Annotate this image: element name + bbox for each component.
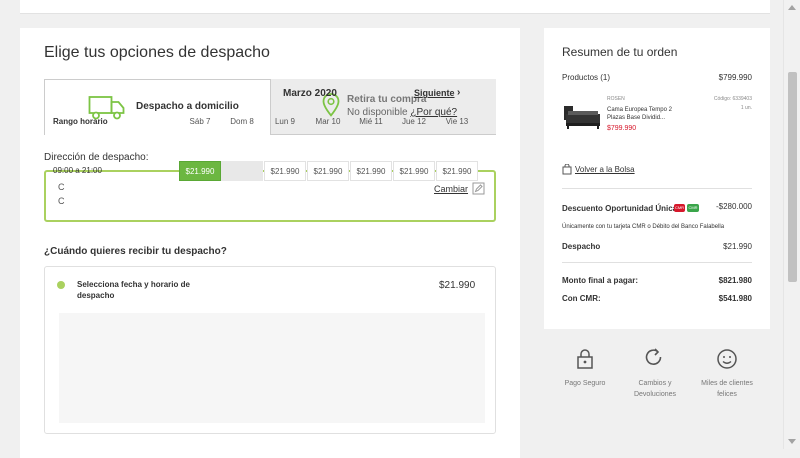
discount-value: -$280.000 [715,202,752,211]
day-header: Lun 9 [274,117,296,126]
shipping-label: Despacho [562,242,601,251]
products-label: Productos (1) [562,73,611,82]
change-address-link[interactable]: Cambiar [434,184,468,194]
shopping-bag-icon [562,164,572,175]
calendar-area [59,313,485,423]
cmr-badge: CMR [674,204,685,212]
scroll-up-arrow-icon[interactable] [788,5,796,10]
refresh-arrow-icon [645,348,662,365]
shipping-row: Despacho $21.990 [562,242,752,251]
product-code: Código: 6339403 [713,96,752,102]
day-header: Vie 13 [445,117,469,126]
slot-button[interactable]: $21.990 [264,161,306,181]
scrollbar-thumb[interactable] [788,72,797,282]
delivery-schedule-card: Selecciona fecha y horario de despacho $… [44,266,496,434]
slot-unavailable [221,161,263,181]
calendar-month: Marzo 2020 [283,88,337,99]
divider [562,188,752,189]
smiley-face-icon [717,349,737,369]
summary-title: Resumen de tu orden [562,45,678,59]
address-line-1: C [58,182,65,192]
cmr-badge-green: CMR [687,204,699,212]
slot-button[interactable]: $21.990 [307,161,349,181]
happy-clients-label: Miles de clientes felices [701,380,753,398]
time-range-header: Rango horario [53,117,108,126]
cmr-amount-row: Con CMR: $541.980 [562,294,752,303]
page-title: Elige tus opciones de despacho [44,44,270,61]
back-to-bag-link[interactable]: Volver a la Bolsa [575,165,635,174]
products-row: Productos (1) $799.990 [562,73,752,82]
returns-label: Cambios y Devoluciones [633,380,677,398]
address-label: Dirección de despacho: [44,152,149,163]
day-header: Sáb 7 [189,117,211,126]
shipping-value: $21.990 [723,242,752,251]
product-name[interactable]: Cama Europea Tempo 2 Plazas Base Dividid… [607,106,679,122]
shipping-options-panel: Elige tus opciones de despacho Retira tu… [20,28,520,458]
chevron-right-icon[interactable]: › [457,87,460,98]
final-amount-value: $821.980 [718,276,752,285]
tab-home-delivery-label: Despacho a domicilio [136,101,239,112]
day-header: Mié 11 [359,117,383,126]
secure-payment-badge: Pago Seguro [550,348,620,389]
next-week-link[interactable]: Siguiente [414,88,455,98]
slot-button[interactable]: $21.990 [393,161,435,181]
padlock-icon [577,349,593,369]
product-price: $799.990 [607,125,637,132]
day-header: Jue 12 [401,117,427,126]
cmr-amount-label: Con CMR: [562,294,601,303]
slot-button[interactable]: $21.990 [350,161,392,181]
delivery-date-question: ¿Cuándo quieres recibir tu despacho? [44,246,227,257]
happy-clients-badge: Miles de clientes felices [692,348,762,400]
selected-radio[interactable] [57,281,65,289]
address-line-2: C [58,196,65,206]
day-header: Mar 10 [315,117,341,126]
top-panel [20,0,770,14]
product-image[interactable] [562,100,602,132]
divider [562,262,752,263]
day-header: Dom 8 [230,117,254,126]
time-slot-label: 09:00 a 21:00 [53,166,102,175]
final-amount-row: Monto final a pagar: $821.980 [562,276,752,285]
scroll-down-arrow-icon[interactable] [788,439,796,444]
returns-badge: Cambios y Devoluciones [620,348,690,400]
final-amount-label: Monto final a pagar: [562,276,638,285]
slot-button[interactable]: $21.990 [179,161,221,181]
slot-button[interactable]: $21.990 [436,161,478,181]
order-summary-panel: Resumen de tu orden Productos (1) $799.9… [544,28,770,329]
discount-note: Únicamente con tu tarjeta CMR o Débito d… [562,224,725,230]
vertical-scrollbar[interactable] [783,0,800,449]
cmr-amount-value: $541.980 [718,294,752,303]
discount-label: Descuento Oportunidad Única [562,204,678,213]
address-redacted-block [66,184,221,206]
select-date-label: Selecciona fecha y horario de despacho [77,280,190,300]
delivery-price: $21.990 [439,280,476,291]
product-quantity: 1 un. [740,105,752,111]
edit-pencil-icon[interactable] [472,182,485,195]
product-brand: ROSEN [607,96,625,102]
tab-home-delivery[interactable]: Despacho a domicilio [44,79,271,135]
secure-payment-label: Pago Seguro [564,380,606,387]
products-total: $799.990 [718,73,752,82]
